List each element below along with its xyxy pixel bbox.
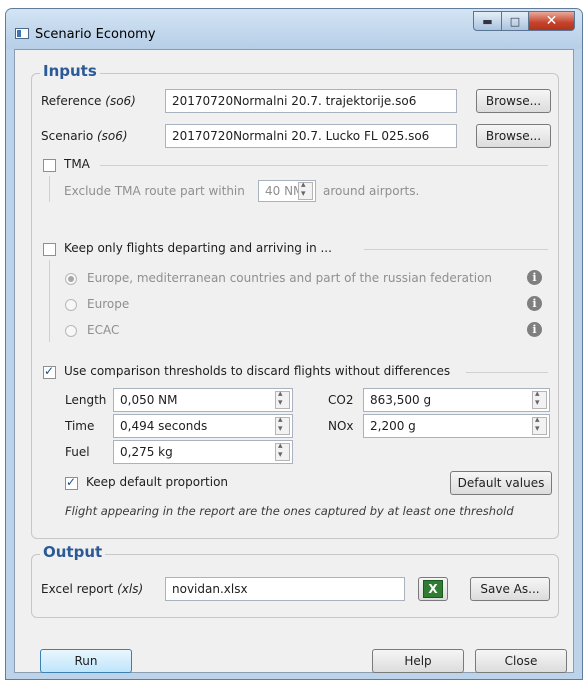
region-radio-ecac[interactable]	[65, 325, 77, 337]
thresholds-label: Use comparison thresholds to discard fli…	[64, 364, 451, 378]
region-option-ecac: ECAC	[87, 323, 120, 337]
info-icon[interactable]: i	[527, 296, 542, 311]
run-button[interactable]: Run	[40, 649, 132, 673]
tma-indent-line	[49, 176, 50, 202]
length-label: Length	[65, 393, 107, 407]
region-radio-europe-med-russia[interactable]	[65, 273, 77, 285]
inputs-legend: Inputs	[40, 62, 100, 80]
reference-file-input[interactable]: 20170720Normalni 20.7. trajektorije.so6	[165, 89, 457, 113]
maximize-button[interactable]: □	[502, 11, 529, 31]
fuel-input[interactable]: 0,275 kg	[113, 440, 293, 464]
keep-flights-label: Keep only flights departing and arriving…	[64, 241, 332, 255]
reference-label-group: Reference (so6)	[41, 94, 136, 108]
reference-format: (so6)	[105, 94, 136, 108]
save-as-button[interactable]: Save As...	[470, 577, 550, 601]
inputs-group: Inputs Reference (so6) 20170720Normalni …	[31, 62, 559, 539]
dialog-window: Scenario Economy ▬ □ ✕ Inputs Reference …	[5, 8, 583, 680]
keep-flights-separator	[364, 249, 548, 250]
output-legend: Output	[40, 543, 106, 561]
help-button[interactable]: Help	[372, 649, 464, 673]
reference-label: Reference	[41, 94, 102, 108]
app-icon	[15, 28, 29, 39]
tma-separator	[100, 165, 548, 166]
title-bar[interactable]: Scenario Economy ▬ □ ✕	[6, 9, 582, 49]
time-spinner[interactable]	[275, 415, 290, 435]
info-icon[interactable]: i	[527, 322, 542, 337]
length-spinner[interactable]	[275, 389, 290, 409]
keep-default-label: Keep default proportion	[86, 475, 229, 489]
time-input[interactable]: 0,494 seconds	[113, 414, 293, 438]
fuel-spinner[interactable]	[275, 441, 290, 461]
output-group: Output Excel report (xls) novidan.xlsx X…	[31, 543, 559, 618]
keep-default-checkbox[interactable]	[65, 475, 78, 490]
nox-spinner[interactable]	[532, 415, 547, 435]
excel-label-group: Excel report (xls)	[41, 582, 143, 596]
scenario-label-group: Scenario (so6)	[41, 129, 128, 143]
excel-report-label: Excel report	[41, 582, 114, 596]
keep-flights-checkbox[interactable]	[43, 243, 56, 256]
region-radio-europe[interactable]	[65, 299, 77, 311]
window-title: Scenario Economy	[35, 27, 156, 42]
tma-exclude-prefix: Exclude TMA route part within	[64, 184, 245, 198]
excel-report-format: (xls)	[117, 582, 144, 596]
co2-input[interactable]: 863,500 g	[363, 388, 550, 412]
default-values-button[interactable]: Default values	[450, 471, 552, 495]
region-option-europe-med-russia: Europe, mediterranean countries and part…	[87, 271, 493, 285]
nox-input[interactable]: 2,200 g	[363, 414, 550, 438]
dialog-content: Inputs Reference (so6) 20170720Normalni …	[14, 49, 574, 673]
scenario-format: (so6)	[97, 129, 128, 143]
tma-distance-spinner[interactable]	[298, 180, 313, 200]
co2-label: CO2	[328, 393, 354, 407]
close-icon: ✕	[545, 13, 558, 29]
time-label: Time	[65, 419, 95, 433]
keep-flights-indent-line	[49, 260, 50, 342]
thresholds-checkbox[interactable]	[43, 364, 56, 379]
tma-exclude-suffix: around airports.	[323, 184, 420, 198]
minimize-button[interactable]: ▬	[473, 11, 502, 31]
fuel-label: Fuel	[65, 445, 90, 459]
minimize-icon: ▬	[482, 14, 493, 28]
co2-spinner[interactable]	[532, 389, 547, 409]
excel-report-input[interactable]: novidan.xlsx	[165, 577, 405, 601]
reference-browse-button[interactable]: Browse...	[476, 89, 551, 113]
scenario-label: Scenario	[41, 129, 94, 143]
close-window-button[interactable]: ✕	[529, 11, 575, 31]
threshold-note: Flight appearing in the report are the o…	[65, 504, 514, 518]
excel-icon: X	[423, 580, 443, 598]
tma-label: TMA	[64, 157, 90, 171]
length-input[interactable]: 0,050 NM	[113, 388, 293, 412]
scenario-file-input[interactable]: 20170720Normalni 20.7. Lucko FL 025.so6	[165, 124, 457, 148]
thresholds-separator	[466, 372, 548, 373]
tma-checkbox[interactable]	[43, 159, 56, 172]
maximize-icon: □	[509, 14, 521, 28]
excel-open-button[interactable]: X	[418, 577, 448, 601]
nox-label: NOx	[328, 419, 354, 433]
close-button[interactable]: Close	[475, 649, 567, 673]
region-option-europe: Europe	[87, 297, 130, 311]
scenario-browse-button[interactable]: Browse...	[476, 124, 551, 148]
info-icon[interactable]: i	[527, 270, 542, 285]
